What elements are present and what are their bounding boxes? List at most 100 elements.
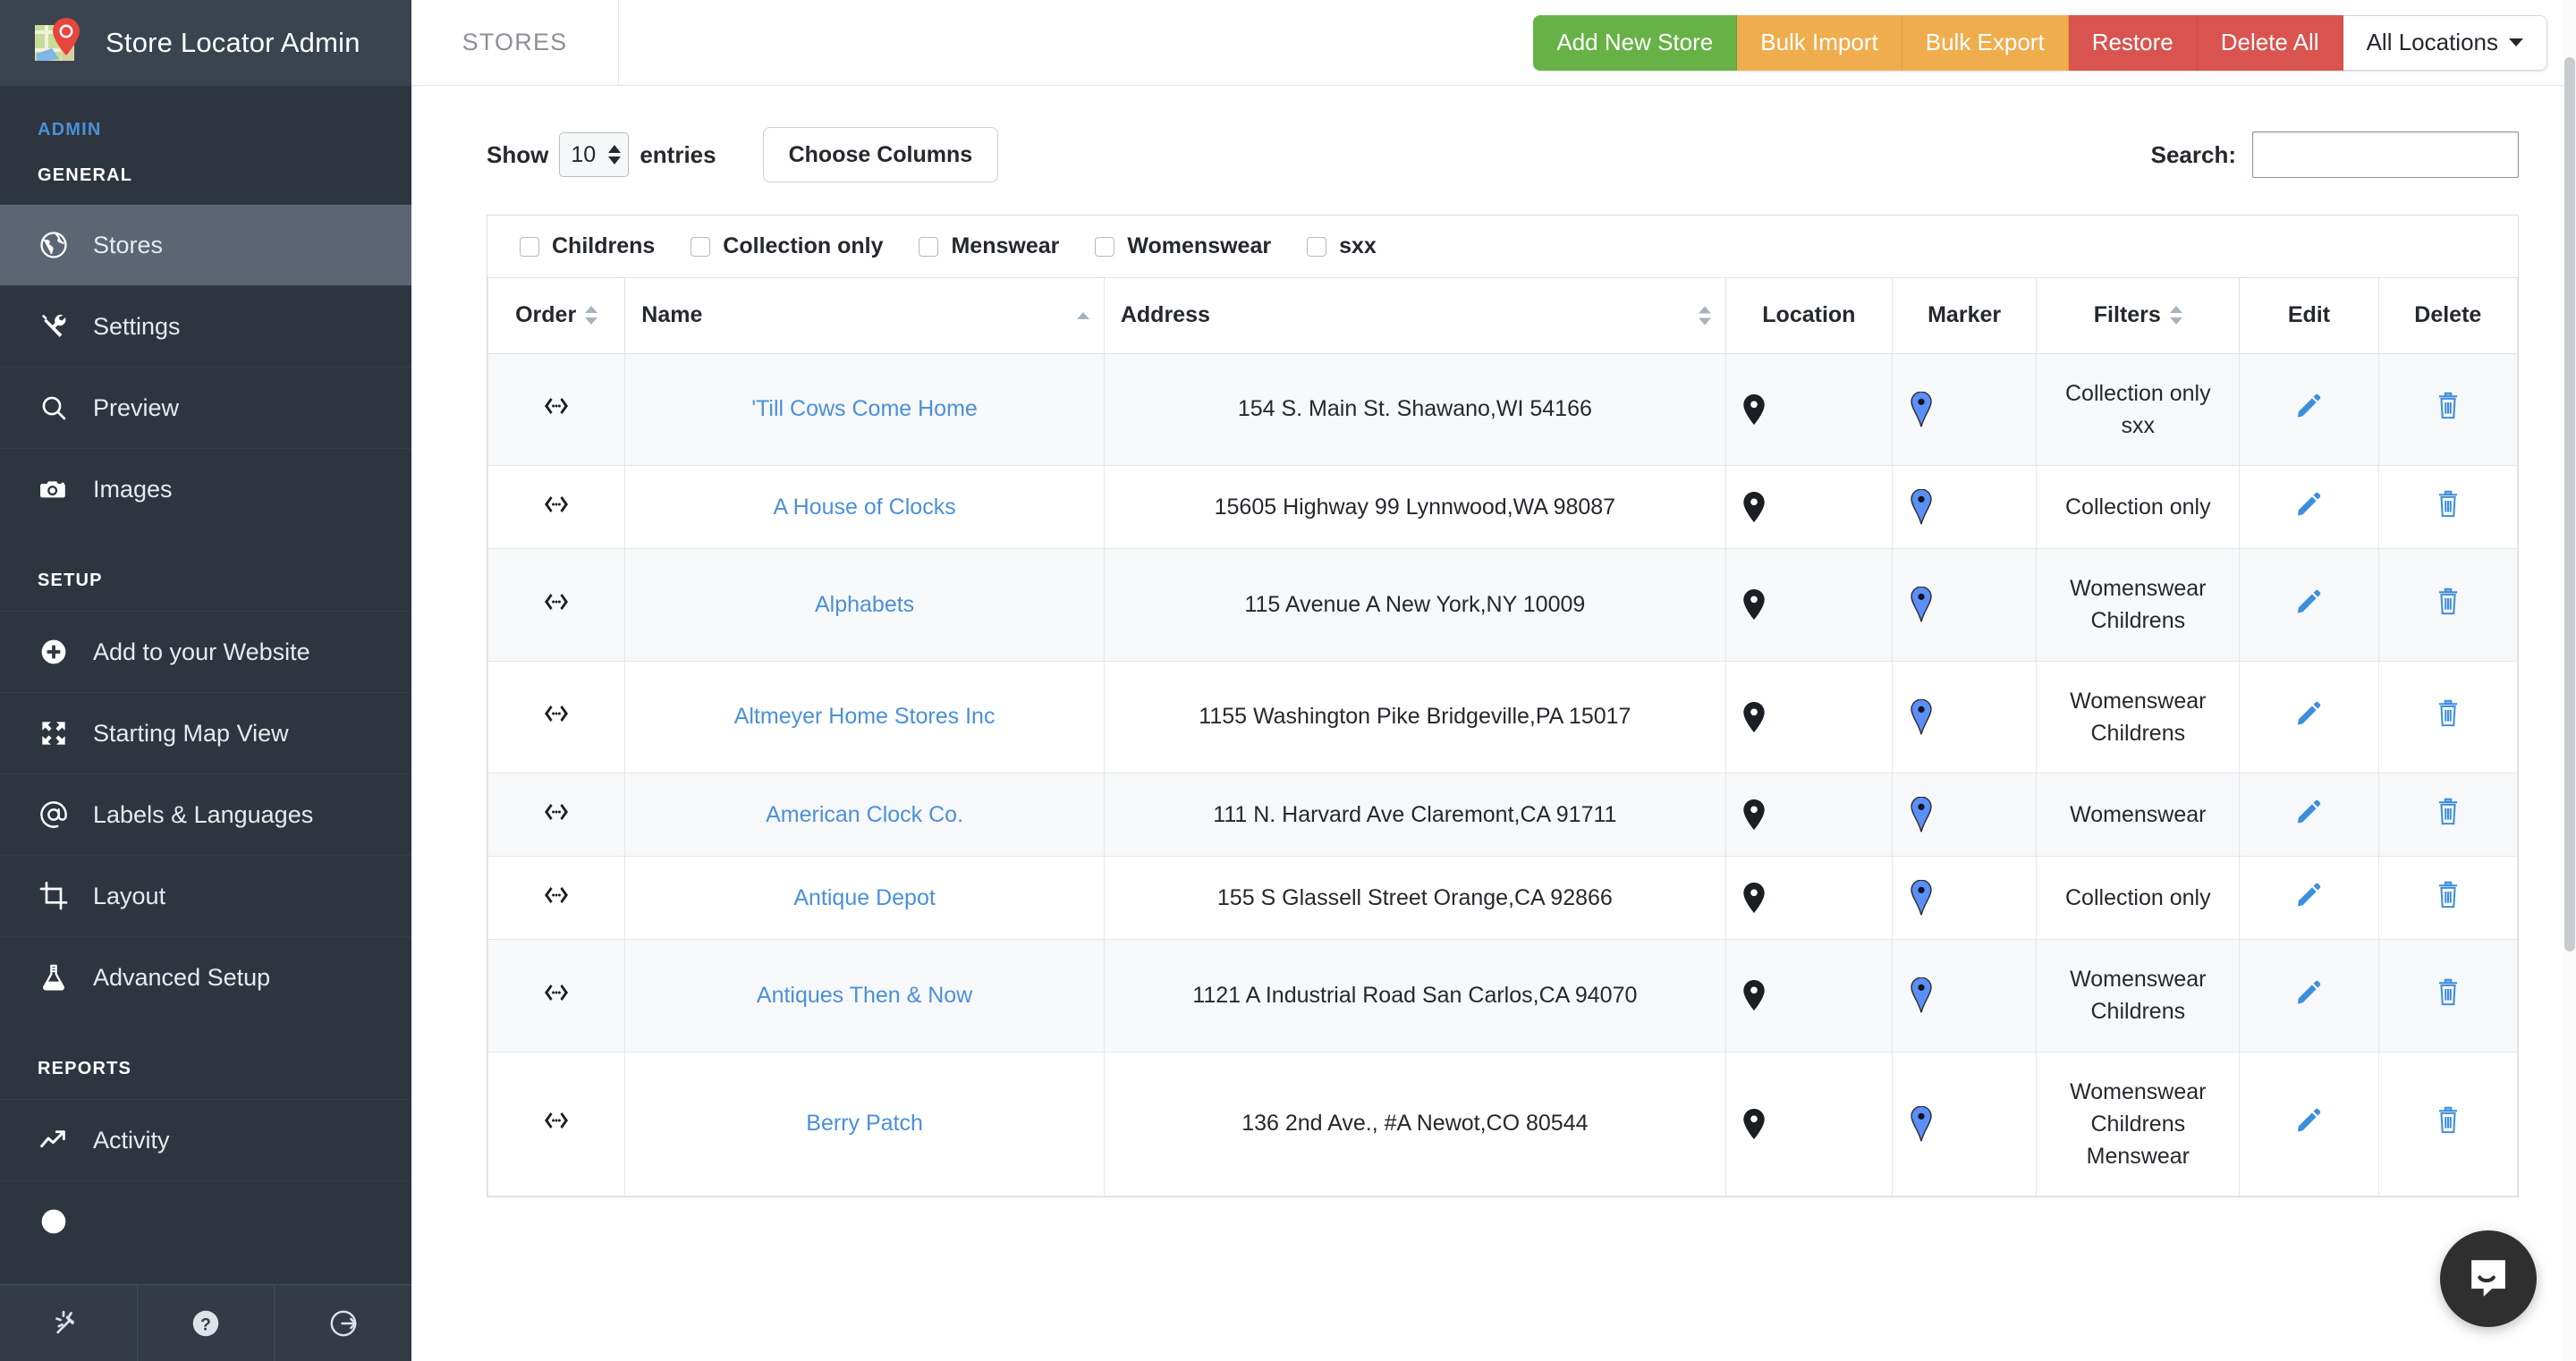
sidebar-item-layout[interactable]: Layout (0, 855, 411, 936)
sort-icon[interactable] (585, 306, 598, 325)
sidebar-item-labels-and-languages[interactable]: Labels & Languages (0, 773, 411, 855)
column-header-filters[interactable]: Filters (2036, 278, 2241, 354)
sidebar-item-preview[interactable]: Preview (0, 367, 411, 448)
map-pin-blue-icon[interactable] (1909, 797, 2020, 833)
store-name-link[interactable]: Alphabets (815, 592, 914, 617)
drag-handle-icon[interactable] (543, 495, 570, 514)
delete-all-button[interactable]: Delete All (2197, 14, 2343, 71)
sidebar-item-activity[interactable]: Activity (0, 1099, 411, 1180)
sidebar-item-partial[interactable] (0, 1180, 411, 1262)
map-pin-blue-icon[interactable] (1909, 880, 2020, 916)
map-pin-black-icon[interactable] (1742, 589, 1876, 621)
cell-order (487, 1051, 626, 1197)
cell-marker (1891, 352, 2038, 466)
drag-handle-icon[interactable] (543, 396, 570, 416)
drag-handle-icon[interactable] (543, 1111, 570, 1130)
map-pin-blue-icon[interactable] (1909, 977, 2020, 1013)
filter-womenswear[interactable]: Womenswear (1095, 233, 1271, 259)
map-pin-black-icon[interactable] (1742, 980, 1876, 1011)
trash-icon[interactable] (2436, 978, 2461, 1012)
chat-bubble-icon[interactable] (2440, 1230, 2537, 1327)
pencil-icon[interactable] (2295, 702, 2322, 732)
sidebar-item-starting-map-view[interactable]: Starting Map View (0, 692, 411, 773)
map-pin-blue-icon[interactable] (1909, 698, 2020, 735)
brand-header[interactable]: Store Locator Admin (0, 0, 411, 86)
entries-select[interactable]: 10 (559, 132, 630, 177)
trash-icon[interactable] (2436, 588, 2461, 621)
scrollbar-track[interactable] (2563, 0, 2576, 1361)
column-header-address[interactable]: Address (1103, 278, 1726, 354)
trash-icon[interactable] (2436, 1107, 2461, 1140)
filter-menswear[interactable]: Menswear (919, 233, 1059, 259)
sidebar-item-images[interactable]: Images (0, 448, 411, 529)
checkbox-icon[interactable] (1095, 236, 1115, 257)
pencil-icon[interactable] (2295, 799, 2322, 831)
store-name-link[interactable]: 'Till Cows Come Home (751, 396, 978, 421)
drag-handle-icon[interactable] (543, 983, 570, 1002)
pencil-icon[interactable] (2295, 883, 2322, 914)
pencil-icon[interactable] (2295, 589, 2322, 621)
trash-icon[interactable] (2436, 700, 2461, 733)
map-pin-black-icon[interactable] (1742, 492, 1876, 522)
checkbox-icon[interactable] (520, 236, 539, 257)
map-pin-black-icon[interactable] (1742, 701, 1876, 732)
drag-handle-icon[interactable] (543, 885, 570, 905)
checkbox-icon[interactable] (691, 236, 711, 257)
trash-icon[interactable] (2436, 798, 2461, 832)
filter-collection-only[interactable]: Collection only (691, 233, 883, 259)
trash-icon[interactable] (2436, 490, 2461, 524)
filter-childrens[interactable]: Childrens (520, 233, 655, 259)
store-name-link[interactable]: Berry Patch (806, 1111, 923, 1136)
map-pin-blue-icon[interactable] (1909, 391, 2020, 427)
map-pin-black-icon[interactable] (1742, 883, 1876, 913)
column-header-name[interactable]: Name (624, 278, 1105, 354)
checkbox-icon[interactable] (919, 236, 939, 257)
map-pin-blue-icon[interactable] (1909, 1105, 2020, 1142)
sidebar-item-add-to-your-website[interactable]: Add to your Website (0, 611, 411, 692)
add-new-store-button[interactable]: Add New Store (1533, 14, 1738, 71)
column-header-order[interactable]: Order (487, 278, 626, 354)
store-name-link[interactable]: Antique Depot (793, 885, 935, 910)
sidebar-item-settings[interactable]: Settings (0, 285, 411, 367)
sort-icon-asc[interactable] (1076, 311, 1089, 319)
sort-icon[interactable] (2169, 306, 2182, 325)
trash-icon[interactable] (2436, 881, 2461, 915)
cell-marker (1891, 773, 2038, 857)
choose-columns-button[interactable]: Choose Columns (762, 127, 999, 182)
drag-handle-icon[interactable] (543, 592, 570, 612)
trash-icon[interactable] (2436, 393, 2461, 426)
pencil-icon[interactable] (2295, 394, 2322, 425)
filter-sxx[interactable]: sxx (1307, 233, 1377, 259)
sidebar-item-advanced-setup[interactable]: Advanced Setup (0, 936, 411, 1018)
restore-button[interactable]: Restore (2068, 14, 2198, 71)
stepper-up-icon[interactable] (608, 145, 622, 153)
map-pin-black-icon[interactable] (1742, 799, 1876, 830)
map-pin-blue-icon[interactable] (1909, 489, 2020, 525)
store-name-link[interactable]: American Clock Co. (766, 802, 963, 827)
bulk-import-button[interactable]: Bulk Import (1737, 14, 1902, 71)
magic-wand-icon[interactable] (0, 1285, 138, 1361)
scrollbar-thumb[interactable] (2564, 57, 2575, 951)
pencil-icon[interactable] (2295, 980, 2322, 1011)
sort-icon[interactable] (1698, 306, 1711, 325)
store-name-link[interactable]: Antiques Then & Now (757, 983, 972, 1008)
sidebar-item-stores[interactable]: Stores (0, 204, 411, 285)
bulk-export-button[interactable]: Bulk Export (1902, 14, 2069, 71)
map-pin-black-icon[interactable] (1742, 1108, 1876, 1139)
search-input[interactable] (2252, 131, 2519, 178)
store-name-link[interactable]: A House of Clocks (773, 495, 955, 520)
drag-handle-icon[interactable] (543, 802, 570, 822)
trend-up-icon (38, 1124, 70, 1156)
store-name-link[interactable]: Altmeyer Home Stores Inc (734, 704, 996, 729)
pencil-icon[interactable] (2295, 492, 2322, 523)
all-locations-dropdown[interactable]: All Locations (2343, 14, 2547, 71)
stepper-icon[interactable] (608, 145, 622, 165)
drag-handle-icon[interactable] (543, 704, 570, 723)
checkbox-icon[interactable] (1307, 236, 1327, 257)
pencil-icon[interactable] (2295, 1109, 2322, 1139)
logout-icon[interactable] (275, 1285, 411, 1361)
map-pin-black-icon[interactable] (1742, 393, 1876, 425)
stepper-down-icon[interactable] (608, 156, 622, 165)
help-question-icon[interactable]: ? (138, 1285, 275, 1361)
map-pin-blue-icon[interactable] (1909, 587, 2020, 622)
